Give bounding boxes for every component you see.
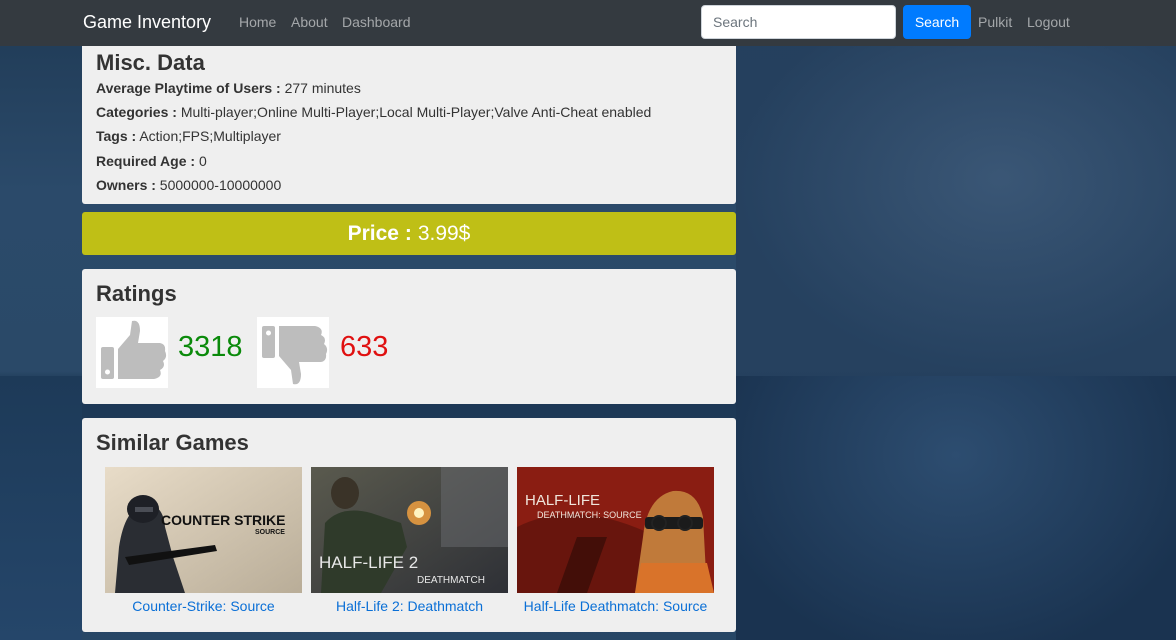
misc-label: Owners : — [96, 177, 156, 193]
brand-link[interactable]: Game Inventory — [83, 12, 211, 33]
game-title-link[interactable]: Half-Life Deathmatch: Source — [517, 598, 714, 614]
misc-data-card: Misc. Data Average Playtime of Users : 2… — [82, 46, 736, 204]
game-cover-half-life-deathmatch[interactable]: HALF-LIFE DEATHMATCH: SOURCE — [517, 467, 714, 593]
game-title-link[interactable]: Counter-Strike: Source — [105, 598, 302, 614]
cover-text: HALF-LIFE 2 — [319, 553, 418, 572]
misc-label: Categories : — [96, 104, 177, 120]
misc-label: Tags : — [96, 128, 137, 144]
cover-subtext: SOURCE — [255, 529, 285, 536]
misc-row-categories: Categories : Multi-player;Online Multi-P… — [96, 104, 651, 120]
nav-home[interactable]: Home — [239, 14, 276, 30]
misc-label: Required Age : — [96, 153, 196, 169]
misc-value: 0 — [198, 153, 207, 169]
thumbs-down-icon[interactable] — [257, 317, 329, 388]
negative-count: 633 — [340, 331, 389, 363]
price-bar: Price : 3.99$ — [82, 212, 736, 255]
price-value: 3.99$ — [417, 221, 471, 245]
game-card[interactable]: COUNTER STRIKE SOURCE Counter-Strike: So… — [105, 467, 302, 614]
misc-row-age: Required Age : 0 — [96, 153, 207, 169]
nav-about[interactable]: About — [291, 14, 328, 30]
misc-value: 277 minutes — [284, 80, 361, 96]
price-label: Price : — [347, 221, 412, 245]
game-card[interactable]: HALF-LIFE DEATHMATCH: SOURCE Half-Life D… — [517, 467, 714, 614]
nav-dashboard[interactable]: Dashboard — [342, 14, 411, 30]
misc-title: Misc. Data — [96, 50, 205, 75]
cover-text: HALF-LIFE — [525, 492, 600, 509]
misc-row-tags: Tags : Action;FPS;Multiplayer — [96, 128, 281, 144]
cover-text: COUNTER STRIKE — [161, 512, 285, 528]
search-input[interactable] — [701, 5, 896, 39]
misc-value: Multi-player;Online Multi-Player;Local M… — [180, 104, 652, 120]
thumbs-up-icon[interactable] — [96, 317, 168, 388]
ratings-card: Ratings 3318 633 — [82, 269, 736, 404]
navbar: Game Inventory Home About Dashboard Sear… — [0, 0, 1176, 46]
cover-subtext: DEATHMATCH: SOURCE — [537, 510, 642, 520]
game-cover-counter-strike[interactable]: COUNTER STRIKE SOURCE — [105, 467, 302, 593]
nav-logout[interactable]: Logout — [1027, 14, 1070, 30]
misc-label: Average Playtime of Users : — [96, 80, 281, 96]
similar-games-card: Similar Games COUNTER STRIKE SOURCE Coun… — [82, 418, 736, 632]
misc-value: 5000000-10000000 — [159, 177, 282, 193]
search-button[interactable]: Search — [903, 5, 971, 39]
similar-title: Similar Games — [96, 430, 249, 455]
misc-value: Action;FPS;Multiplayer — [139, 128, 281, 144]
nav-user[interactable]: Pulkit — [978, 14, 1012, 30]
game-title-link[interactable]: Half-Life 2: Deathmatch — [311, 598, 508, 614]
ratings-title: Ratings — [96, 281, 177, 306]
misc-row-playtime: Average Playtime of Users : 277 minutes — [96, 80, 361, 96]
background-art — [736, 376, 1176, 640]
cover-subtext: DEATHMATCH — [417, 575, 485, 586]
background-art — [0, 376, 82, 640]
game-card[interactable]: HALF-LIFE 2 DEATHMATCH Half-Life 2: Deat… — [311, 467, 508, 614]
background-art — [736, 46, 1176, 376]
misc-row-owners: Owners : 5000000-10000000 — [96, 177, 281, 193]
game-cover-half-life-2[interactable]: HALF-LIFE 2 DEATHMATCH — [311, 467, 508, 593]
positive-count: 3318 — [178, 331, 243, 363]
